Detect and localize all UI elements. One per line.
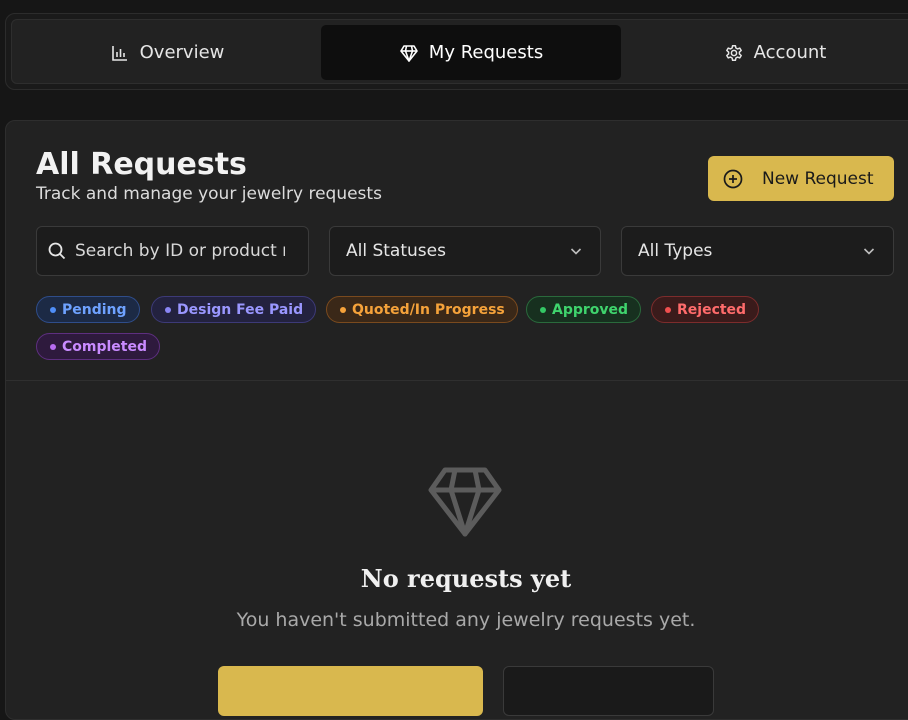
- status-chip-label: Design Fee Paid: [177, 301, 304, 318]
- status-chip-approved[interactable]: Approved: [526, 296, 642, 323]
- new-request-button[interactable]: New Request: [708, 156, 894, 201]
- tab-bar: Overview My Requests Account: [11, 19, 908, 84]
- status-dot: [340, 306, 346, 313]
- page-subtitle: Track and manage your jewelry requests: [36, 184, 382, 204]
- chevron-down-icon: [863, 248, 875, 255]
- diamond-icon: [428, 467, 502, 537]
- diamond-icon: [399, 44, 418, 62]
- status-chip-quoted-in-progress[interactable]: Quoted/In Progress: [326, 296, 518, 323]
- tab-account[interactable]: Account: [625, 25, 908, 80]
- gear-icon: [725, 44, 742, 61]
- status-chip-pending[interactable]: Pending: [36, 296, 140, 323]
- status-chip-label: Quoted/In Progress: [352, 301, 505, 318]
- plus-circle-icon: [723, 169, 743, 188]
- status-dot: [50, 306, 56, 313]
- requests-card: All Requests Track and manage your jewel…: [5, 120, 908, 720]
- status-dot: [50, 343, 56, 350]
- tab-overview-label: Overview: [139, 42, 225, 63]
- status-chip-rejected[interactable]: Rejected: [651, 296, 760, 323]
- status-chip-completed[interactable]: Completed: [36, 333, 161, 360]
- status-dot: [540, 306, 546, 313]
- empty-state-title: No requests yet: [360, 564, 572, 593]
- type-filter-select[interactable]: All Types: [621, 226, 894, 276]
- secondary-action-button[interactable]: [503, 666, 714, 716]
- divider: [6, 380, 908, 381]
- status-chip-label: Rejected: [677, 301, 747, 318]
- tab-my-requests[interactable]: My Requests: [321, 25, 621, 80]
- type-filter-value: All Types: [638, 241, 713, 261]
- chevron-down-icon: [570, 248, 582, 255]
- status-filter-value: All Statuses: [346, 241, 446, 261]
- empty-state-description: You haven't submitted any jewelry reques…: [236, 609, 696, 631]
- status-dot: [665, 306, 671, 313]
- tab-bar-frame: Overview My Requests Account: [5, 13, 908, 90]
- tab-overview[interactable]: Overview: [17, 25, 317, 80]
- status-dot: [165, 306, 171, 313]
- search-input[interactable]: [75, 241, 285, 261]
- status-chip-label: Completed: [62, 338, 148, 355]
- new-request-label: New Request: [762, 168, 874, 189]
- status-chip-design-fee-paid[interactable]: Design Fee Paid: [151, 296, 317, 323]
- page-title: All Requests: [36, 147, 247, 182]
- status-filter-select[interactable]: All Statuses: [329, 226, 601, 276]
- search-icon: [48, 242, 66, 260]
- status-chip-label: Approved: [552, 301, 629, 318]
- bar-chart-icon: [111, 45, 127, 61]
- status-chip-label: Pending: [62, 301, 127, 318]
- primary-action-button[interactable]: [218, 666, 483, 716]
- tab-my-requests-label: My Requests: [428, 42, 544, 63]
- search-field[interactable]: [36, 226, 309, 276]
- tab-account-label: Account: [753, 42, 827, 63]
